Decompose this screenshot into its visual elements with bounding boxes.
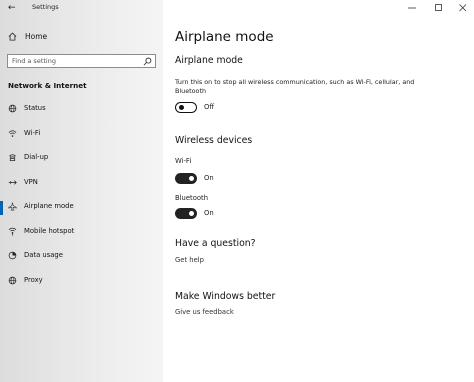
data-usage-icon	[8, 251, 17, 260]
sidebar-nav: Status Wi-Fi Dial-up VPN Airplane mode M…	[0, 100, 163, 296]
sidebar-item-label: Mobile hotspot	[24, 226, 75, 235]
toggle-knob	[188, 210, 194, 216]
wifi-label: Wi-Fi	[175, 157, 192, 165]
toggle-knob	[178, 104, 184, 110]
sidebar-item-dialup[interactable]: Dial-up	[0, 149, 163, 174]
wifi-state: On	[204, 174, 214, 182]
status-globe-icon	[8, 104, 17, 113]
home-label: Home	[25, 32, 48, 41]
wifi-icon	[8, 129, 17, 137]
page-title: Airplane mode	[175, 29, 274, 45]
home-icon	[8, 32, 17, 41]
sidebar-item-label: Proxy	[24, 275, 43, 284]
minimize-icon	[408, 7, 416, 9]
title-bar: ← Settings	[0, 0, 163, 16]
sidebar-item-status[interactable]: Status	[0, 100, 163, 125]
maximize-icon	[435, 4, 442, 11]
sidebar-item-label: Wi-Fi	[24, 128, 41, 137]
sidebar-item-proxy[interactable]: Proxy	[0, 272, 163, 297]
hotspot-icon	[8, 227, 17, 236]
bluetooth-toggle[interactable]	[175, 208, 197, 219]
sidebar-item-mobile-hotspot[interactable]: Mobile hotspot	[0, 223, 163, 248]
dialup-icon	[9, 154, 16, 162]
airplane-mode-state: Off	[204, 103, 215, 111]
close-icon	[459, 4, 467, 12]
airplane-mode-heading: Airplane mode	[175, 55, 243, 66]
question-heading: Have a question?	[175, 238, 256, 249]
maximize-button[interactable]	[428, 0, 450, 16]
vpn-icon	[8, 179, 17, 185]
sidebar-item-label: Data usage	[24, 251, 63, 259]
sidebar-item-data-usage[interactable]: Data usage	[0, 247, 163, 272]
airplane-icon	[8, 202, 17, 211]
search-icon[interactable]	[143, 57, 152, 66]
airplane-mode-toggle[interactable]	[175, 102, 197, 113]
minimize-button[interactable]	[401, 0, 423, 16]
app-title: Settings	[32, 3, 59, 11]
search-placeholder: Find a setting	[12, 57, 56, 65]
sidebar-item-label: VPN	[24, 177, 38, 186]
wireless-devices-heading: Wireless devices	[175, 135, 253, 146]
back-button[interactable]: ←	[8, 1, 16, 15]
airplane-mode-description: Turn this on to stop all wireless commun…	[175, 78, 415, 95]
toggle-knob	[188, 175, 194, 181]
main-content: Airplane mode Airplane mode Turn this on…	[163, 0, 474, 382]
sidebar-item-airplane-mode[interactable]: Airplane mode	[0, 198, 163, 223]
proxy-globe-icon	[8, 276, 17, 284]
section-title: Network & Internet	[8, 81, 87, 90]
sidebar-item-vpn[interactable]: VPN	[0, 174, 163, 199]
sidebar: ← Settings Home Find a setting Network &…	[0, 0, 163, 382]
sidebar-item-label: Status	[24, 104, 46, 112]
search-input[interactable]: Find a setting	[7, 54, 156, 68]
close-button[interactable]	[452, 0, 474, 16]
get-help-link[interactable]: Get help	[175, 256, 204, 264]
make-windows-better-heading: Make Windows better	[175, 291, 276, 302]
sidebar-item-wifi[interactable]: Wi-Fi	[0, 125, 163, 150]
sidebar-item-label: Dial-up	[24, 153, 49, 161]
bluetooth-label: Bluetooth	[175, 194, 208, 202]
home-nav-item[interactable]: Home	[0, 30, 163, 46]
wifi-toggle[interactable]	[175, 173, 197, 184]
sidebar-item-label: Airplane mode	[24, 202, 74, 210]
bluetooth-state: On	[204, 209, 214, 217]
give-feedback-link[interactable]: Give us feedback	[175, 308, 234, 316]
